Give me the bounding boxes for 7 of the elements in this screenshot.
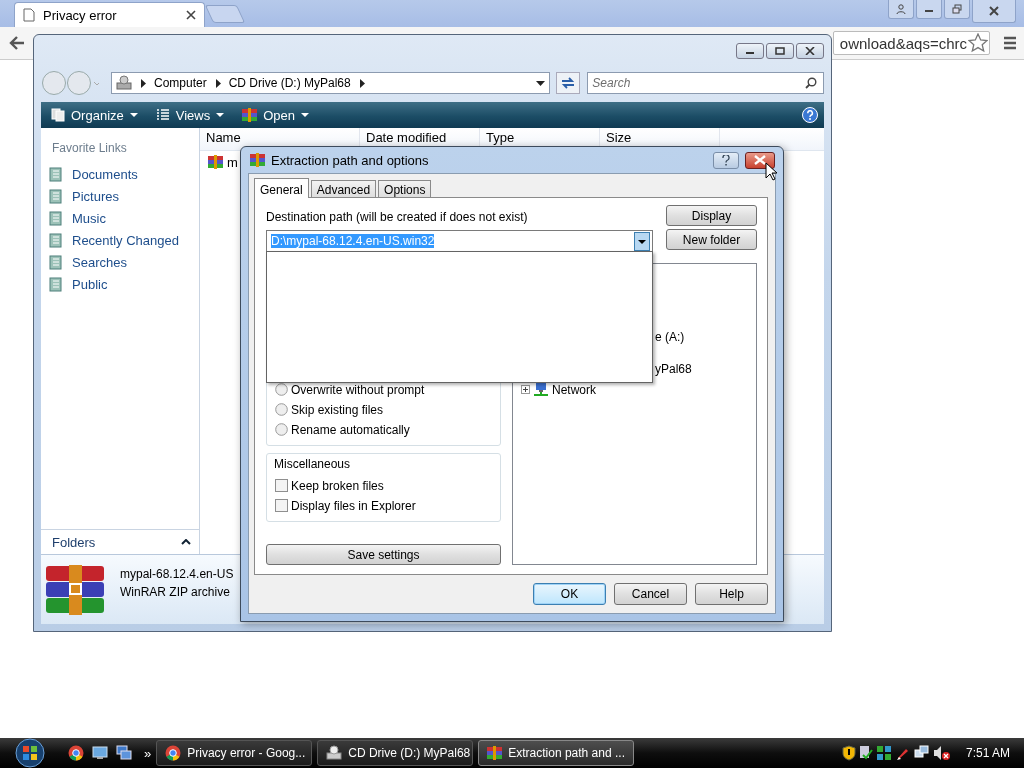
destination-label: Destination path (will be created if does not exist) [266, 210, 529, 224]
file-type: WinRAR ZIP archive [120, 584, 231, 599]
clock: 7:51 AM [965, 746, 1010, 760]
sidebar-heading: Favorite Links [51, 140, 128, 157]
group-title: Miscellaneous [274, 457, 352, 471]
file-name: mypal-68.12.4.en-US [120, 566, 234, 581]
window-title: Extraction path and options [271, 152, 430, 168]
